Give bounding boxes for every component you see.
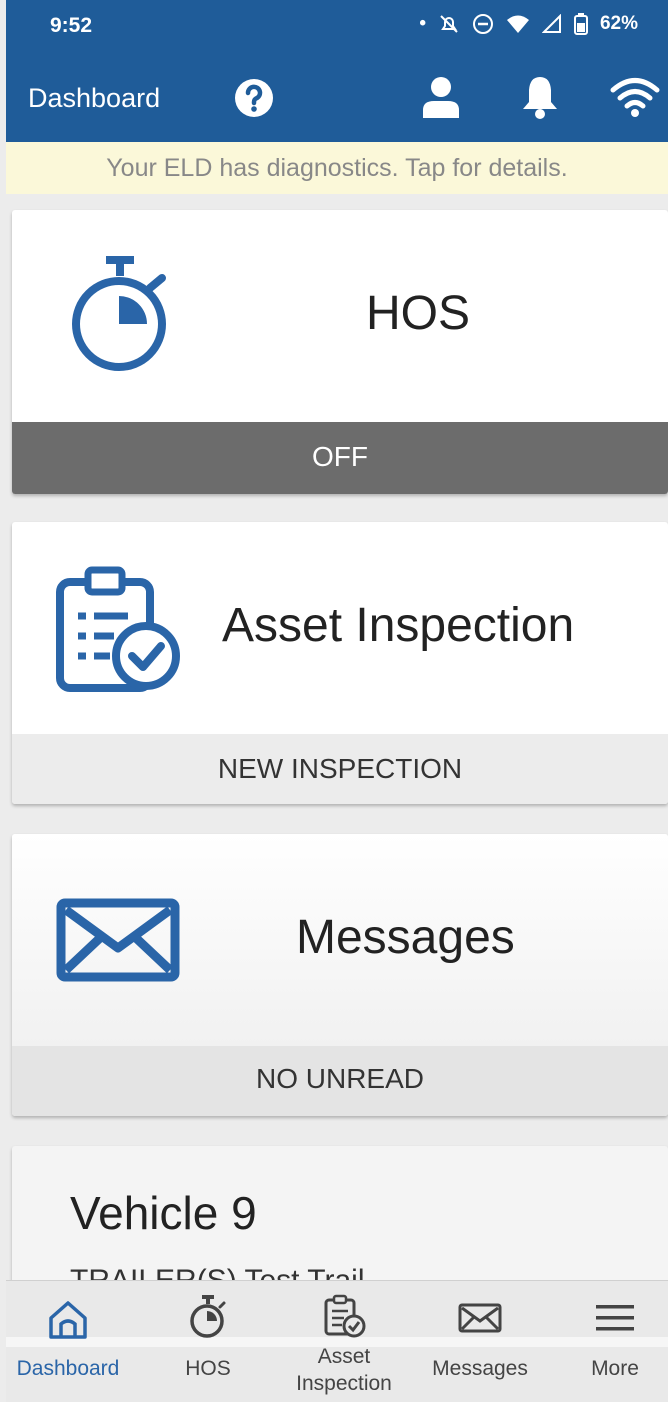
nav-label-inspection: Inspection (296, 1372, 392, 1395)
bottom-nav: Dashboard HOS Asset Inspection Messages … (6, 1280, 668, 1402)
nav-label-more: More (591, 1357, 639, 1380)
wifi-icon[interactable] (610, 76, 660, 118)
nav-label-hos: HOS (185, 1357, 231, 1380)
hos-card-main[interactable]: HOS (12, 210, 668, 422)
hos-status: OFF (12, 422, 668, 494)
clipboard-check-icon (56, 566, 180, 692)
stopwatch-icon (190, 1295, 226, 1338)
nav-asset-inspection[interactable]: Asset Inspection (286, 1281, 402, 1402)
battery-icon (573, 13, 588, 35)
dnd-icon (472, 14, 493, 34)
mute-icon (440, 15, 458, 33)
asset-inspection-card-main[interactable]: Asset Inspection (12, 522, 668, 734)
bell-icon[interactable] (520, 74, 560, 120)
status-bar: 9:52 • 62% (6, 0, 668, 54)
user-icon[interactable] (422, 76, 460, 118)
status-icons: • 62% (419, 13, 638, 35)
stopwatch-icon (72, 256, 166, 371)
wifi-signal-icon (506, 15, 529, 33)
battery-percent: 62% (599, 13, 638, 34)
status-time: 9:52 (50, 14, 93, 37)
hos-card[interactable]: HOS OFF (12, 210, 668, 494)
nav-label-asset-inspection: Asset Inspection (286, 1343, 402, 1397)
cell-signal-icon (541, 14, 561, 33)
messages-card-main[interactable]: Messages (12, 834, 668, 1046)
messages-title: Messages (296, 911, 515, 964)
nav-label-messages: Messages (432, 1357, 528, 1380)
hos-title: HOS (366, 287, 471, 340)
messages-card[interactable]: Messages NO UNREAD (12, 834, 668, 1116)
nav-dashboard[interactable]: Dashboard (6, 1281, 130, 1402)
asset-inspection-title: Asset Inspection (222, 599, 575, 652)
nav-hos[interactable]: HOS (130, 1281, 286, 1402)
nav-label-asset: Asset (317, 1345, 371, 1368)
new-inspection-button[interactable]: NEW INSPECTION (12, 734, 668, 804)
nav-label-dashboard: Dashboard (16, 1357, 120, 1380)
help-icon[interactable] (234, 78, 274, 118)
asset-inspection-card[interactable]: Asset Inspection NEW INSPECTION (12, 522, 668, 804)
envelope-icon (458, 1303, 502, 1333)
app-bar: Dashboard (6, 54, 668, 142)
diagnostics-banner[interactable]: Your ELD has diagnostics. Tap for detail… (6, 142, 668, 194)
nav-messages[interactable]: Messages (418, 1281, 542, 1402)
envelope-icon (56, 898, 180, 982)
clipboard-check-icon (324, 1294, 366, 1338)
menu-icon (596, 1305, 634, 1331)
home-icon (49, 1301, 87, 1339)
vehicle-title: Vehicle 9 (70, 1187, 257, 1239)
messages-status: NO UNREAD (12, 1046, 668, 1116)
nav-more[interactable]: More (562, 1281, 668, 1402)
page-title: Dashboard (28, 83, 161, 113)
vehicle-card[interactable]: Vehicle 9 TRAILER(S) Test Trail (12, 1146, 668, 1296)
dot-icon: • (419, 13, 426, 34)
